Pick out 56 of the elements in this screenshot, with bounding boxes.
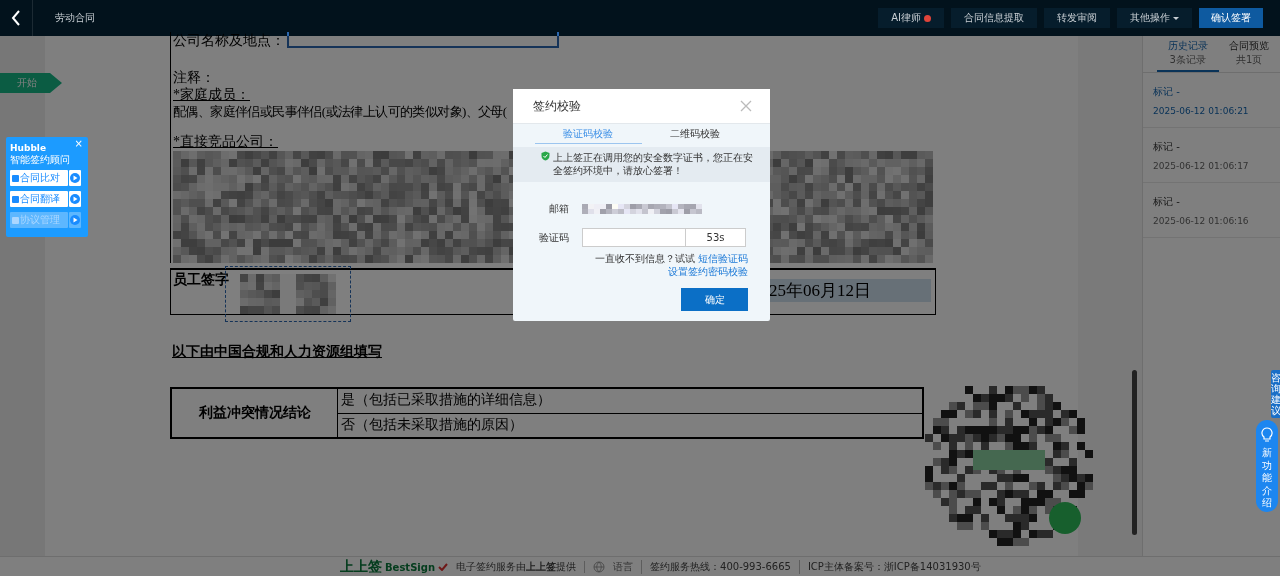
- dialog-title: 签约校验: [533, 97, 581, 115]
- panel-tab[interactable]: 历史记录 3条记录: [1157, 39, 1219, 72]
- confirm-sign-button[interactable]: 确认签署: [1199, 8, 1263, 28]
- table-cell: 否（包括未采取措施的原因）: [341, 416, 523, 432]
- footer-text: 签约服务热线：400-993-6665: [641, 560, 791, 574]
- doc-text: 配偶、家庭伴侣或民事伴侣(或法律上认可的类似对象)、父母(: [173, 103, 507, 120]
- sign-date: 25年06月12日: [769, 279, 931, 302]
- table-cell: 是（包括已采取措施的详细信息）: [341, 392, 551, 407]
- panel-title: Hubble: [10, 143, 46, 153]
- confirm-button[interactable]: 确定: [681, 288, 748, 311]
- sms-code-link[interactable]: 短信验证码: [698, 253, 748, 264]
- history-entry[interactable]: 标记 - 2025-06-12 01:06:17: [1143, 128, 1280, 183]
- doc-text: 员工签字: [173, 271, 229, 287]
- globe-icon: [584, 561, 606, 573]
- toolbar-button[interactable]: 转发审阅: [1044, 8, 1110, 28]
- more-actions-button[interactable]: 其他操作: [1117, 8, 1192, 28]
- lightbulb-icon: [1261, 427, 1273, 443]
- language-link[interactable]: 语言: [613, 560, 634, 574]
- close-icon[interactable]: [740, 100, 752, 112]
- history-entry[interactable]: 标记 - 2025-06-12 01:06:21: [1143, 73, 1280, 128]
- scrollbar-thumb[interactable]: [1132, 370, 1137, 535]
- play-icon[interactable]: [69, 170, 81, 186]
- panel-subtitle: 智能签约顾问: [10, 153, 70, 167]
- ai-lawyer-button[interactable]: AI律师: [878, 8, 944, 28]
- dialog-tab[interactable]: 验证码校验: [535, 124, 642, 144]
- field-label: 邮箱: [548, 202, 569, 216]
- play-icon[interactable]: [69, 191, 81, 207]
- dialog-tab[interactable]: 二维码校验: [641, 124, 748, 144]
- help-text: 一直收不到信息？试试: [595, 253, 695, 264]
- code-input[interactable]: [582, 228, 686, 247]
- close-button[interactable]: ×: [74, 138, 83, 149]
- assistant-item[interactable]: 合同翻译: [10, 191, 68, 207]
- table-cell: 利益冲突情况结论: [198, 404, 311, 422]
- security-notice: 上上签正在调用您的安全数字证书，您正在安全签约环境中，请放心签署！: [552, 151, 754, 177]
- doc-heading: *家庭成员：: [173, 86, 250, 103]
- footer-text: ICP主体备案号：浙ICP备14031930号: [798, 560, 981, 574]
- toolbar-button[interactable]: 合同信息提取: [951, 8, 1037, 28]
- doc-heading: *直接竞品公司：: [173, 133, 278, 150]
- feedback-tab[interactable]: 咨询建议: [1271, 370, 1280, 418]
- document-title: 劳动合同: [55, 11, 95, 25]
- section-heading: 以下由中国合规和人力资源组填写: [172, 343, 383, 361]
- new-features-tab[interactable]: 新功能介绍: [1256, 420, 1278, 512]
- password-verify-link[interactable]: 设置签约密码校验: [668, 266, 748, 277]
- field-label: 验证码: [538, 230, 569, 245]
- chevron-left-icon[interactable]: [11, 10, 21, 26]
- brand-logo: 上上签 BestSign: [340, 558, 449, 576]
- shield-icon: [541, 151, 550, 161]
- company-field[interactable]: [287, 32, 559, 48]
- play-icon[interactable]: [69, 212, 81, 228]
- footer-text: 电子签约服务由上上签提供: [456, 560, 577, 574]
- panel-tab[interactable]: 合同预览 共1页: [1218, 39, 1280, 72]
- countdown-button[interactable]: 53s: [686, 228, 746, 247]
- history-entry[interactable]: 标记 - 2025-06-12 01:06:16: [1143, 183, 1280, 238]
- doc-text: 注释：: [173, 69, 215, 86]
- doc-text: 公司名称及地点：: [173, 32, 285, 49]
- assistant-item[interactable]: 合同比对: [10, 170, 68, 186]
